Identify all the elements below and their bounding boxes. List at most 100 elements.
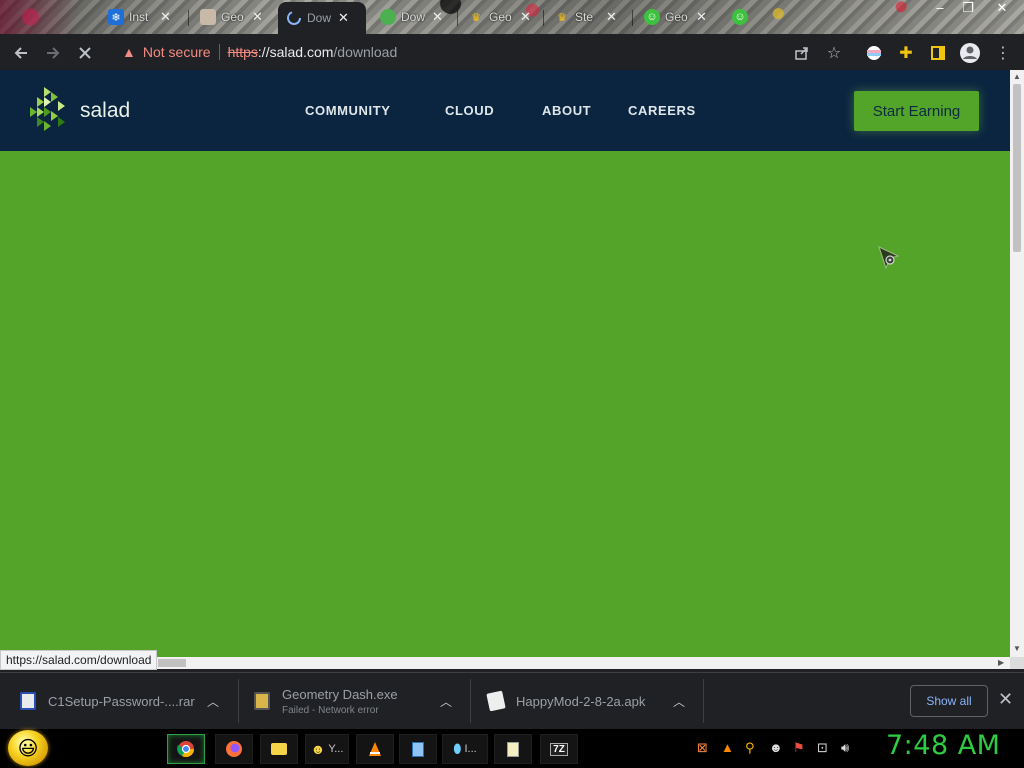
vertical-scrollbar[interactable]: ▲ ▼ — [1010, 70, 1024, 657]
scrollbar-corner — [1010, 657, 1024, 669]
globe-icon — [380, 9, 396, 25]
tray-search-icon[interactable]: ⚲ — [745, 740, 755, 756]
link-status-bubble: https://salad.com/download — [0, 650, 158, 670]
close-icon[interactable]: ✕ — [696, 9, 707, 25]
download-item[interactable]: HappyMod-2-8-2a.apk — [486, 673, 678, 729]
crown-icon: ♛ — [471, 11, 481, 24]
url-path: /download — [333, 44, 398, 60]
close-icon[interactable]: ✕ — [432, 9, 443, 25]
scroll-up-icon[interactable]: ▲ — [1013, 72, 1021, 81]
task-label: Y... — [328, 743, 344, 755]
close-window-button[interactable]: ✕ — [988, 0, 1016, 18]
tab-5[interactable]: ♛ Geo ✕ — [460, 2, 539, 32]
tab-1[interactable]: ❄ Inst ✕ — [100, 2, 179, 32]
close-shelf-icon[interactable]: ✕ — [998, 689, 1013, 710]
snowflake-icon: ❄ — [108, 9, 124, 25]
tab-title: Ste — [575, 10, 594, 24]
tab-6[interactable]: ♛ Ste ✕ — [546, 2, 625, 32]
taskbar-firefox[interactable] — [215, 734, 253, 764]
smiley-icon: ☺ — [732, 9, 748, 25]
tab-8[interactable]: ☺ — [724, 2, 756, 32]
taskbar-document[interactable] — [494, 734, 532, 764]
nav-careers[interactable]: CAREERS — [628, 103, 696, 118]
show-all-button[interactable]: Show all — [910, 685, 988, 717]
nav-cloud[interactable]: CLOUD — [445, 103, 494, 118]
smiley-icon: ☻ — [310, 741, 326, 757]
tray-messenger-icon[interactable]: ☻ — [769, 740, 783, 755]
tab-active[interactable]: Dow ✕ — [278, 2, 366, 34]
page-viewport: salad COMMUNITY CLOUD ABOUT CAREERS Star… — [0, 70, 1010, 657]
browser-toolbar: ▲ Not secure https://salad.com/download … — [0, 34, 1024, 70]
close-icon[interactable]: ✕ — [338, 10, 349, 26]
url-protocol: https — [227, 44, 258, 60]
chevron-up-icon[interactable]: ︿ — [207, 693, 219, 710]
taskbar-chrome[interactable] — [167, 734, 205, 764]
scroll-right-icon[interactable]: ▶ — [998, 658, 1004, 667]
taskbar: 😃 ☻ Y... ⬮ I... 7Z ⊠ ▲ ⚲ ☻ ⚑ ⊡ 🔊︎ 7:48 AM — [0, 729, 1024, 768]
tab-title: Geo — [665, 10, 688, 24]
back-button[interactable] — [10, 42, 32, 64]
smiley-icon: ☺ — [644, 9, 660, 25]
file-icon — [486, 690, 506, 712]
loading-spinner-icon — [286, 10, 302, 26]
tray-vlc-icon[interactable]: ▲ — [721, 740, 734, 755]
taskbar-app-i[interactable]: ⬮ I... — [442, 734, 488, 764]
arrow-right-icon — [47, 47, 60, 59]
close-icon[interactable]: ✕ — [520, 9, 531, 25]
chevron-up-icon[interactable]: ︿ — [440, 693, 452, 710]
tab-2[interactable]: Geo ✕ — [192, 2, 271, 32]
arrow-left-icon — [14, 47, 27, 59]
forward-button[interactable] — [42, 42, 64, 64]
scroll-down-icon[interactable]: ▼ — [1013, 644, 1021, 653]
archive-file-icon — [20, 692, 36, 710]
restore-button[interactable]: ❐ — [954, 0, 982, 18]
stop-icon — [79, 47, 91, 59]
extension-button[interactable] — [863, 42, 885, 64]
tray-flag-icon[interactable]: ⚑ — [793, 740, 805, 756]
url-host: ://salad.com — [257, 44, 334, 60]
taskbar-app-y[interactable]: ☻ Y... — [305, 734, 349, 764]
tray-network-icon[interactable]: ⊡ — [817, 740, 828, 756]
start-earning-button[interactable]: Start Earning — [854, 91, 979, 131]
tray-app-icon[interactable]: ⊠ — [697, 740, 708, 756]
omnibox[interactable]: ▲ Not secure https://salad.com/download — [110, 38, 855, 66]
taskbar-7zip[interactable]: 7Z — [540, 734, 578, 764]
nav-community[interactable]: COMMUNITY — [305, 103, 391, 118]
download-item[interactable]: Geometry Dash.exe Failed - Network error — [254, 673, 454, 729]
warning-icon[interactable]: ▲ — [122, 44, 136, 60]
share-button[interactable] — [791, 42, 813, 64]
tab-title: Dow — [307, 11, 331, 25]
nav-about[interactable]: ABOUT — [542, 103, 591, 118]
stop-button[interactable] — [74, 42, 96, 64]
taskbar-vlc[interactable] — [356, 734, 394, 764]
app-icon: ⬮ — [453, 741, 462, 756]
folder-icon — [271, 743, 287, 755]
menu-button[interactable]: ⋮ — [992, 42, 1014, 64]
download-item[interactable]: C1Setup-Password-....rar — [20, 673, 230, 729]
minimize-button[interactable]: – — [926, 0, 954, 18]
close-icon[interactable]: ✕ — [252, 9, 263, 25]
taskbar-clock[interactable]: 7:48 AM — [886, 730, 1000, 761]
taskbar-notepad[interactable] — [399, 734, 437, 764]
extensions-button[interactable]: ✚ — [895, 42, 917, 64]
avatar-icon — [200, 9, 216, 25]
close-icon[interactable]: ✕ — [606, 9, 617, 25]
profile-button[interactable] — [959, 42, 981, 64]
side-panel-button[interactable] — [927, 42, 949, 64]
start-button[interactable]: 😃 — [8, 730, 48, 766]
chevron-up-icon[interactable]: ︿ — [673, 693, 685, 710]
horizontal-scroll-thumb[interactable] — [158, 659, 186, 667]
taskbar-explorer[interactable] — [260, 734, 298, 764]
bookmark-star-button[interactable]: ☆ — [823, 42, 845, 64]
salad-logo[interactable]: salad — [30, 87, 130, 133]
flag-extension-icon — [867, 46, 881, 60]
side-panel-icon — [931, 46, 945, 60]
vertical-scroll-thumb[interactable] — [1013, 84, 1021, 252]
tab-7[interactable]: ☺ Geo ✕ — [636, 2, 715, 32]
tab-strip: ❄ Inst ✕ Geo ✕ Dow ✕ Dow ✕ ♛ Geo ✕ ♛ Ste… — [0, 0, 1024, 34]
close-icon[interactable]: ✕ — [160, 9, 171, 25]
not-secure-label[interactable]: Not secure — [143, 44, 211, 60]
puzzle-icon: ✚ — [899, 45, 913, 62]
tab-4[interactable]: Dow ✕ — [372, 2, 451, 32]
tray-volume-icon[interactable]: 🔊︎ — [841, 740, 849, 756]
